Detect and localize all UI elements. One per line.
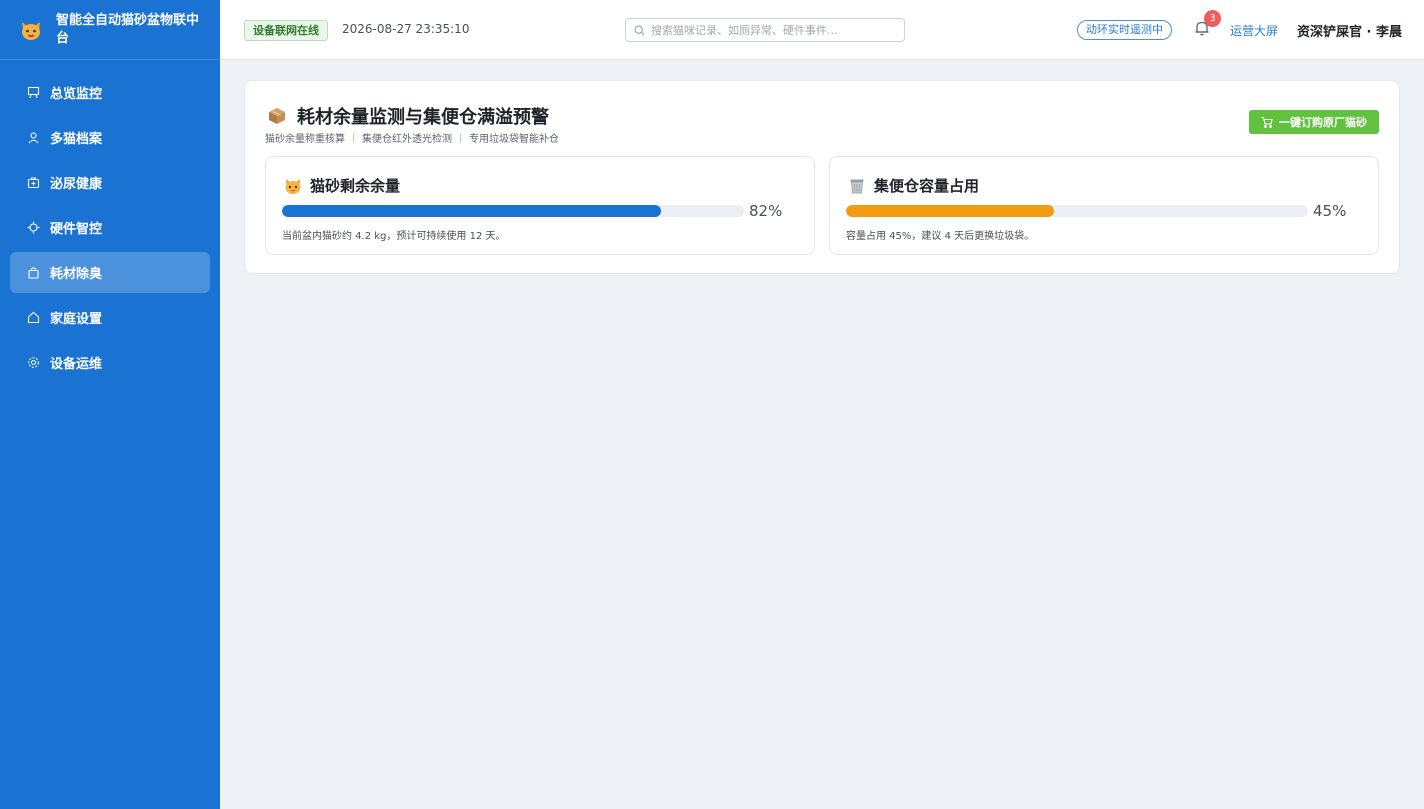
divider — [460, 132, 461, 143]
user-icon — [26, 131, 40, 145]
home-icon — [26, 311, 40, 325]
search-icon — [634, 25, 645, 36]
top-header: 设备联网在线 2026-08-27 23:35:10 动环实时遥测中 3 运营大… — [220, 0, 1424, 60]
dashboard-icon — [26, 86, 40, 100]
cart-icon — [1261, 116, 1273, 128]
sidebar-nav: 总览监控 多猫档案 泌尿健康 硬件智控 耗材除臭 家庭设置 设备运维 — [0, 60, 220, 383]
bin-percent: 45% — [1313, 202, 1347, 220]
datetime: 2026-08-27 23:35:10 — [342, 22, 470, 36]
cat-logo-icon — [18, 17, 44, 43]
ops-dashboard-link[interactable]: 运营大屏 — [1230, 22, 1278, 39]
card-title-text: 耗材余量监测与集便仓满溢预警 — [297, 107, 549, 128]
litter-remaining-card: 猫砂剩余余量 82% 当前盆内猫砂约 4.2 kg，预计可持续使用 12 天。 — [265, 156, 815, 255]
telemetry-status-pill: 动环实时遥测中 — [1077, 20, 1172, 40]
brand: 智能全自动猫砂盆物联中台 — [0, 0, 220, 60]
bin-progress-track — [846, 205, 1308, 217]
chip-icon — [26, 221, 40, 235]
litter-percent: 82% — [749, 202, 783, 220]
sidebar: 智能全自动猫砂盆物联中台 总览监控 多猫档案 泌尿健康 硬件智控 耗材除臭 家庭… — [0, 0, 220, 809]
sidebar-item-overview[interactable]: 总览监控 — [10, 72, 210, 113]
buy-button-label: 一键订购原厂猫砂 — [1279, 116, 1367, 129]
divider — [353, 132, 354, 143]
sidebar-item-label: 多猫档案 — [50, 132, 103, 147]
sidebar-item-label: 设备运维 — [50, 357, 103, 372]
bin-progress-fill — [846, 205, 1054, 217]
app-title: 智能全自动猫砂盆物联中台 — [56, 12, 200, 46]
search-box[interactable] — [625, 18, 905, 42]
litter-title-text: 猫砂剩余余量 — [310, 177, 401, 195]
bin-title-text: 集便仓容量占用 — [874, 177, 980, 195]
bin-description: 容量占用 45%，建议 4 天后更换垃圾袋。 — [846, 231, 1035, 242]
bin-title: 集便仓容量占用 — [848, 175, 979, 196]
sidebar-item-ops[interactable]: 设备运维 — [10, 342, 210, 383]
trash-bin-icon — [848, 177, 866, 195]
feature-tag: 集便仓红外透光检测 — [362, 134, 452, 145]
package-icon — [267, 106, 287, 126]
sidebar-item-label: 总览监控 — [50, 87, 103, 102]
search-input[interactable] — [651, 23, 891, 37]
bin-capacity-card: 集便仓容量占用 45% 容量占用 45%，建议 4 天后更换垃圾袋。 — [829, 156, 1379, 255]
litter-progress-fill — [282, 205, 661, 217]
feature-tag: 专用垃圾袋智能补仓 — [469, 134, 559, 145]
sidebar-item-label: 泌尿健康 — [50, 177, 103, 192]
buy-litter-button[interactable]: 一键订购原厂猫砂 — [1249, 110, 1379, 134]
sidebar-item-cats[interactable]: 多猫档案 — [10, 117, 210, 158]
medical-kit-icon — [26, 176, 40, 190]
litter-progress-track — [282, 205, 744, 217]
feature-tags: 猫砂余量称重核算 集便仓红外透光检测 专用垃圾袋智能补仓 — [265, 130, 559, 145]
gear-icon — [26, 356, 40, 370]
sidebar-item-consumables[interactable]: 耗材除臭 — [10, 252, 210, 293]
sidebar-item-health[interactable]: 泌尿健康 — [10, 162, 210, 203]
sidebar-item-home[interactable]: 家庭设置 — [10, 297, 210, 338]
sidebar-item-label: 硬件智控 — [50, 222, 103, 237]
page-title: 耗材余量监测与集便仓满溢预警 — [267, 103, 549, 129]
notification-badge: 3 — [1204, 10, 1221, 27]
feature-tag: 猫砂余量称重核算 — [265, 134, 345, 145]
consumables-card: 耗材余量监测与集便仓满溢预警 猫砂余量称重核算 集便仓红外透光检测 专用垃圾袋智… — [244, 80, 1400, 274]
sidebar-item-label: 家庭设置 — [50, 312, 103, 327]
cat-face-icon — [284, 177, 302, 195]
litter-description: 当前盆内猫砂约 4.2 kg，预计可持续使用 12 天。 — [282, 231, 506, 242]
user-name[interactable]: 资深铲屎官 · 李晨 — [1297, 21, 1402, 40]
sidebar-item-hardware[interactable]: 硬件智控 — [10, 207, 210, 248]
litter-title: 猫砂剩余余量 — [284, 175, 400, 196]
sidebar-item-label: 耗材除臭 — [50, 267, 103, 282]
status-badge: 设备联网在线 — [244, 20, 328, 41]
bag-icon — [26, 266, 40, 280]
